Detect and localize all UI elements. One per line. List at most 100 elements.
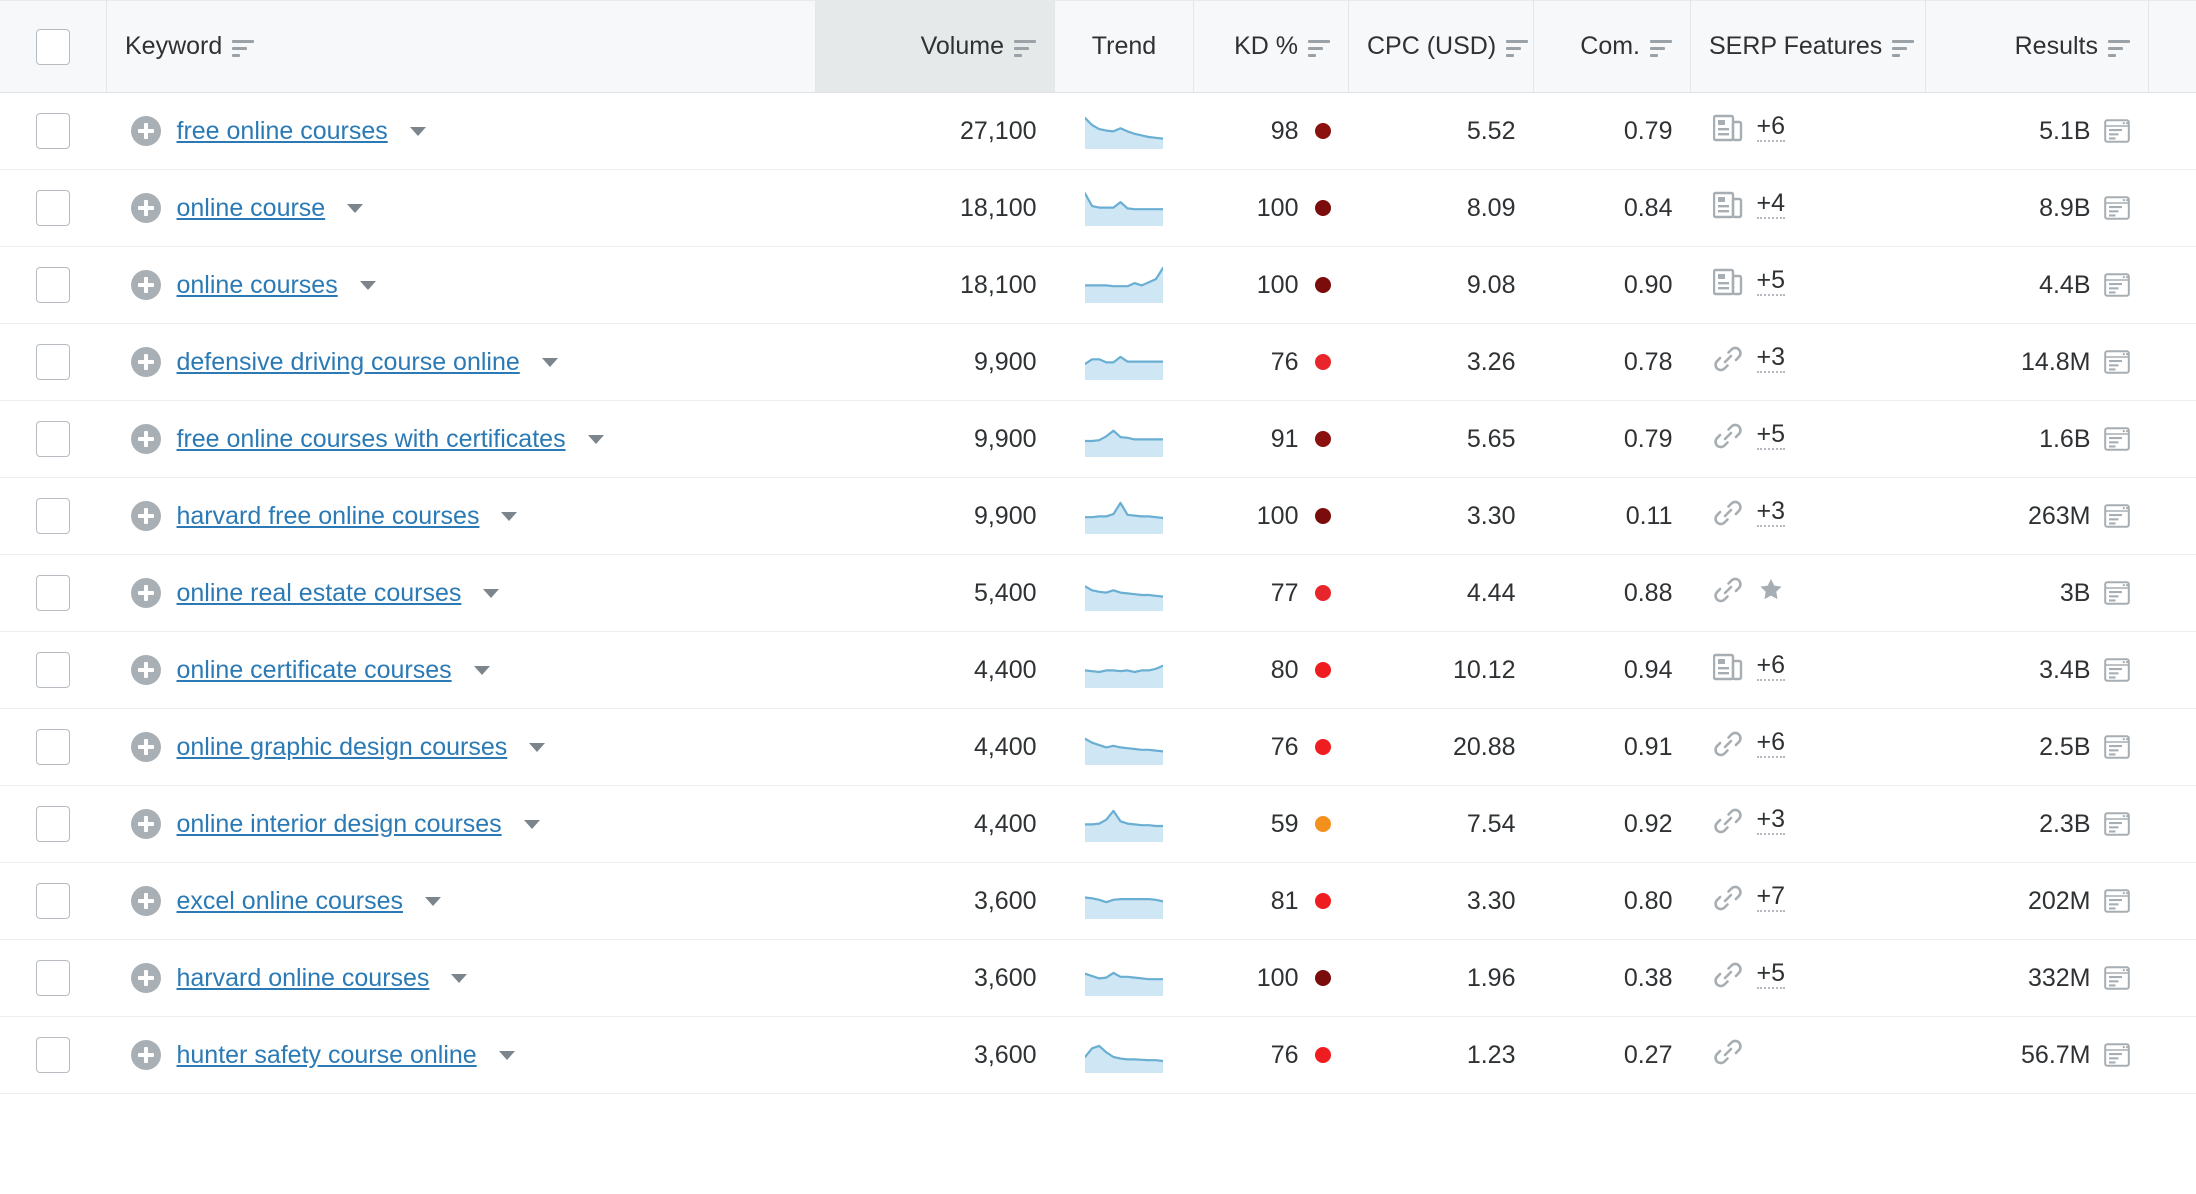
serp-feature-count[interactable]: +5 — [1757, 267, 1786, 295]
row-checkbox[interactable] — [36, 652, 70, 688]
serp-feature-count[interactable]: +6 — [1757, 652, 1786, 680]
serp-page-icon[interactable] — [2103, 271, 2131, 299]
serp-feature-count[interactable]: +3 — [1757, 806, 1786, 834]
chevron-down-icon[interactable] — [451, 974, 467, 983]
serp-page-icon[interactable] — [2103, 348, 2131, 376]
add-keyword-icon[interactable] — [131, 116, 161, 146]
add-keyword-icon[interactable] — [131, 809, 161, 839]
sort-icon[interactable] — [2108, 40, 2130, 58]
serp-page-icon[interactable] — [2103, 194, 2131, 222]
header-results[interactable]: Results — [1926, 1, 2149, 93]
add-keyword-icon[interactable] — [131, 578, 161, 608]
link-icon[interactable] — [1713, 807, 1743, 835]
link-icon[interactable] — [1713, 961, 1743, 989]
keyword-link[interactable]: online graphic design courses — [177, 733, 508, 762]
serp-feature-count[interactable]: +3 — [1757, 498, 1786, 526]
header-com[interactable]: Com. — [1534, 1, 1691, 93]
news-icon[interactable] — [1713, 191, 1743, 219]
serp-feature-count[interactable]: +6 — [1757, 729, 1786, 757]
news-icon[interactable] — [1713, 268, 1743, 296]
serp-page-icon[interactable] — [2103, 810, 2131, 838]
sort-icon[interactable] — [1650, 40, 1672, 58]
serp-feature-count[interactable]: +4 — [1757, 190, 1786, 218]
link-icon[interactable] — [1713, 730, 1743, 758]
news-icon[interactable] — [1713, 653, 1743, 681]
add-keyword-icon[interactable] — [131, 655, 161, 685]
table-row[interactable]: online course 18,100 100 8.09 0.84 +4 — [0, 170, 2196, 247]
add-keyword-icon[interactable] — [131, 886, 161, 916]
table-row[interactable]: online courses 18,100 100 9.08 0.90 +5 — [0, 247, 2196, 324]
add-keyword-icon[interactable] — [131, 732, 161, 762]
link-icon[interactable] — [1713, 499, 1743, 527]
row-checkbox[interactable] — [36, 113, 70, 149]
chevron-down-icon[interactable] — [499, 1051, 515, 1060]
chevron-down-icon[interactable] — [542, 358, 558, 367]
serp-page-icon[interactable] — [2103, 733, 2131, 761]
keyword-link[interactable]: excel online courses — [177, 887, 404, 916]
chevron-down-icon[interactable] — [474, 666, 490, 675]
serp-feature-count[interactable]: +5 — [1757, 960, 1786, 988]
table-row[interactable]: online certificate courses 4,400 80 10.1… — [0, 632, 2196, 709]
row-checkbox[interactable] — [36, 267, 70, 303]
serp-page-icon[interactable] — [2103, 964, 2131, 992]
keyword-link[interactable]: defensive driving course online — [177, 348, 520, 377]
chevron-down-icon[interactable] — [410, 127, 426, 136]
row-checkbox[interactable] — [36, 421, 70, 457]
keyword-link[interactable]: online courses — [177, 271, 338, 300]
table-row[interactable]: online interior design courses 4,400 59 … — [0, 786, 2196, 863]
header-kd[interactable]: KD % — [1194, 1, 1349, 93]
star-icon[interactable] — [1757, 576, 1785, 603]
sort-icon[interactable] — [1014, 40, 1036, 58]
keyword-link[interactable]: harvard free online courses — [177, 502, 480, 531]
add-keyword-icon[interactable] — [131, 963, 161, 993]
serp-page-icon[interactable] — [2103, 887, 2131, 915]
link-icon[interactable] — [1713, 1038, 1743, 1066]
chevron-down-icon[interactable] — [529, 743, 545, 752]
link-icon[interactable] — [1713, 422, 1743, 450]
chevron-down-icon[interactable] — [347, 204, 363, 213]
keyword-link[interactable]: free online courses with certificates — [177, 425, 566, 454]
serp-feature-count[interactable]: +7 — [1757, 883, 1786, 911]
serp-page-icon[interactable] — [2103, 579, 2131, 607]
serp-page-icon[interactable] — [2103, 117, 2131, 145]
add-keyword-icon[interactable] — [131, 424, 161, 454]
serp-page-icon[interactable] — [2103, 502, 2131, 530]
link-icon[interactable] — [1713, 884, 1743, 912]
row-checkbox[interactable] — [36, 729, 70, 765]
row-checkbox[interactable] — [36, 498, 70, 534]
header-keyword[interactable]: Keyword — [107, 1, 816, 93]
table-row[interactable]: hunter safety course online 3,600 76 1.2… — [0, 1017, 2196, 1094]
keyword-link[interactable]: online certificate courses — [177, 656, 452, 685]
row-checkbox[interactable] — [36, 344, 70, 380]
sort-icon[interactable] — [1892, 40, 1914, 58]
add-keyword-icon[interactable] — [131, 501, 161, 531]
serp-page-icon[interactable] — [2103, 1041, 2131, 1069]
row-checkbox[interactable] — [36, 806, 70, 842]
add-keyword-icon[interactable] — [131, 1040, 161, 1070]
serp-feature-count[interactable]: +6 — [1757, 113, 1786, 141]
table-row[interactable]: harvard online courses 3,600 100 1.96 0.… — [0, 940, 2196, 1017]
table-row[interactable]: free online courses with certificates 9,… — [0, 401, 2196, 478]
chevron-down-icon[interactable] — [483, 589, 499, 598]
link-icon[interactable] — [1713, 345, 1743, 373]
chevron-down-icon[interactable] — [360, 281, 376, 290]
header-last-update[interactable]: Last Update — [2149, 1, 2196, 93]
news-icon[interactable] — [1713, 114, 1743, 142]
row-checkbox[interactable] — [36, 1037, 70, 1073]
chevron-down-icon[interactable] — [588, 435, 604, 444]
table-row[interactable]: online real estate courses 5,400 77 4.44… — [0, 555, 2196, 632]
table-row[interactable]: harvard free online courses 9,900 100 3.… — [0, 478, 2196, 555]
row-checkbox[interactable] — [36, 190, 70, 226]
table-row[interactable]: free online courses 27,100 98 5.52 0.79 … — [0, 93, 2196, 170]
serp-page-icon[interactable] — [2103, 656, 2131, 684]
row-checkbox[interactable] — [36, 883, 70, 919]
keyword-link[interactable]: online real estate courses — [177, 579, 462, 608]
keyword-link[interactable]: online interior design courses — [177, 810, 502, 839]
link-icon[interactable] — [1713, 576, 1743, 604]
keyword-link[interactable]: free online courses — [177, 117, 388, 146]
add-keyword-icon[interactable] — [131, 270, 161, 300]
header-volume[interactable]: Volume — [816, 1, 1055, 93]
select-all-checkbox[interactable] — [36, 29, 70, 65]
sort-icon[interactable] — [1308, 40, 1330, 58]
add-keyword-icon[interactable] — [131, 193, 161, 223]
